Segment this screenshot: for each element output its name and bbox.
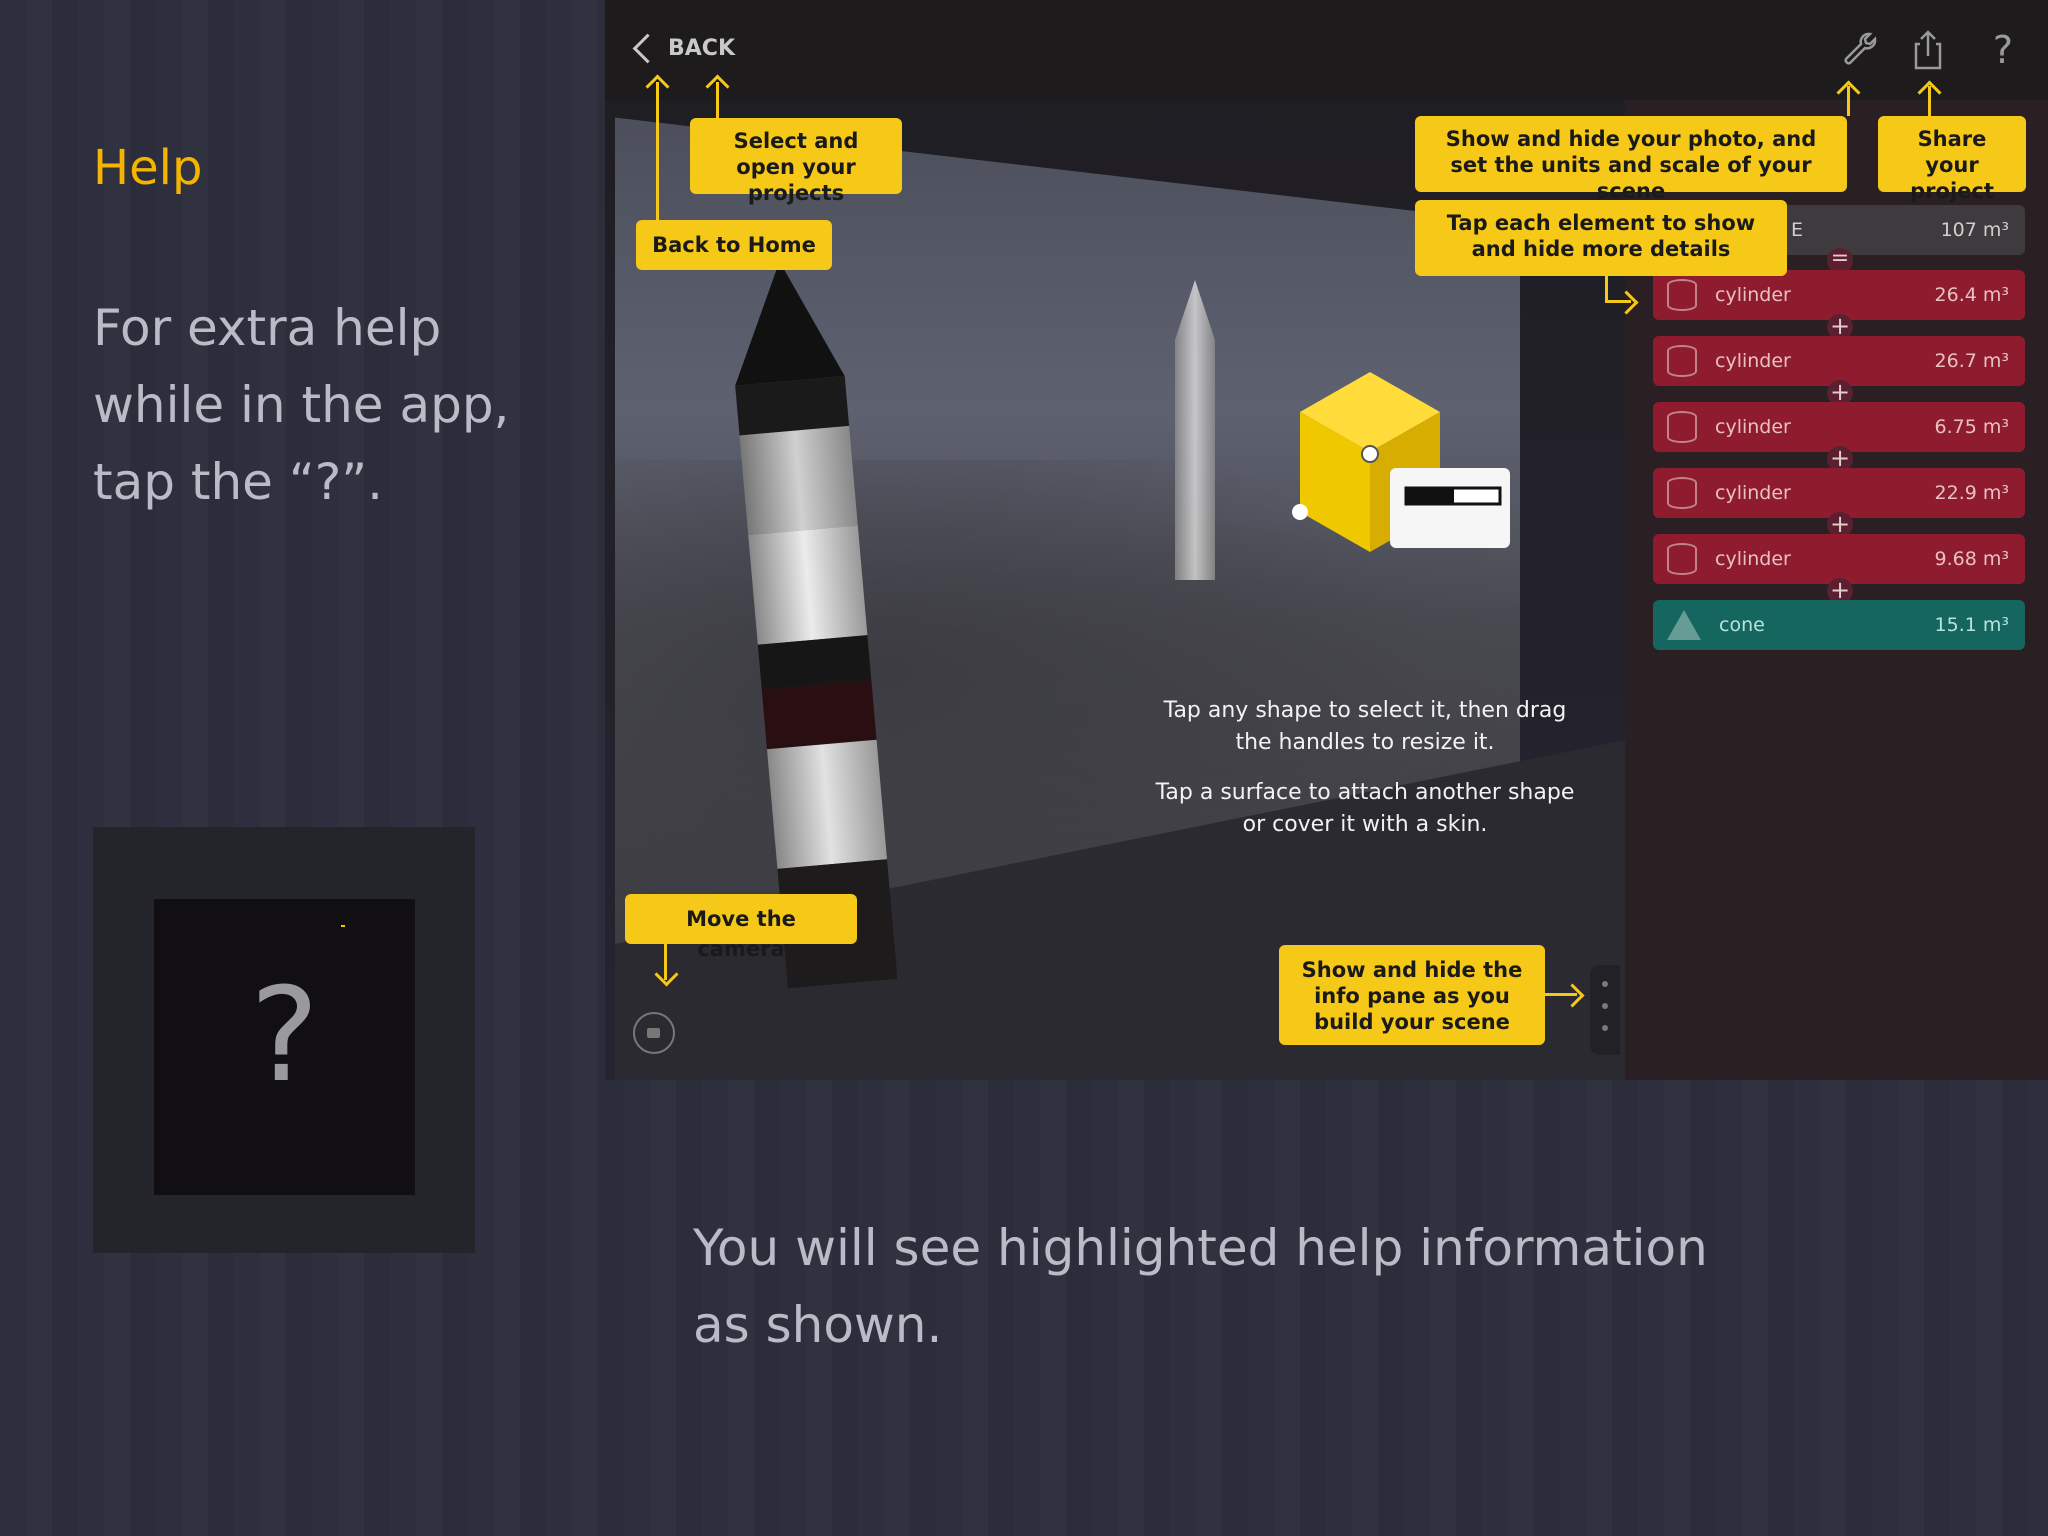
element-volume: 6.75 m³ (1934, 416, 2009, 438)
app-toolbar: BACK ? (605, 0, 2048, 100)
summary-value: 107 m³ (1940, 219, 2009, 241)
list-item[interactable]: cone 15.1 m³ (1653, 600, 2025, 650)
element-label: cylinder (1715, 548, 1791, 570)
cylinder-icon (1667, 411, 1697, 443)
cylinder-icon (1667, 279, 1697, 311)
element-volume: 15.1 m³ (1934, 614, 2009, 636)
help-resize-text: Tap any shape to select it, then drag th… (1163, 698, 1567, 755)
element-label: cone (1719, 614, 1765, 636)
element-volume: 22.9 m³ (1934, 482, 2009, 504)
callout-back-home: Back to Home (636, 220, 832, 270)
app-screenshot: BACK ? Tap any shape to select it, then … (605, 0, 2048, 1080)
callout-share: Share your project (1878, 116, 2026, 203)
question-mark-icon: ? (250, 959, 319, 1111)
back-label: BACK (668, 36, 735, 61)
element-label: cylinder (1715, 284, 1791, 306)
cylinder-icon (1667, 477, 1697, 509)
camera-lock-icon[interactable] (633, 1012, 675, 1054)
callout-select-projects: Select and open your projects (690, 118, 902, 205)
shape-cube-icon (1292, 372, 1510, 552)
element-volume: 9.68 m³ (1934, 548, 2009, 570)
slide-body-text: For extra help while in the app, tap the… (93, 299, 510, 511)
help-attach-text: Tap a surface to attach another shape or… (1155, 780, 1575, 837)
center-help-text: Tap any shape to select it, then drag th… (1145, 695, 1585, 859)
callout-tap-element: Tap each element to show and hide more d… (1415, 200, 1787, 276)
element-label: cylinder (1715, 350, 1791, 372)
callout-info-pane: Show and hide the info pane as you build… (1279, 945, 1545, 1045)
back-button[interactable]: BACK (632, 33, 735, 64)
help-button-tile[interactable]: ? (154, 899, 415, 1195)
callout-show-photo: Show and hide your photo, and set the un… (1415, 116, 1847, 203)
element-label: cylinder (1715, 416, 1791, 438)
arrow-back-home (656, 82, 659, 222)
help-button-preview: ? (93, 827, 475, 1253)
chevron-left-icon (632, 33, 663, 64)
element-volume: 26.7 m³ (1934, 350, 2009, 372)
element-label: cylinder (1715, 482, 1791, 504)
cylinder-icon (1667, 543, 1697, 575)
wrench-icon[interactable] (1840, 28, 1880, 72)
callout-move-camera: Move the camera (625, 894, 857, 961)
slide-title: Help (93, 140, 203, 196)
info-pane-handle[interactable] (1590, 965, 1620, 1055)
rocket-photo (1175, 280, 1215, 580)
cylinder-icon (1667, 345, 1697, 377)
indicator-dot (341, 925, 345, 927)
help-icon[interactable]: ? (1983, 28, 2023, 72)
slide-caption: You will see highlighted help informatio… (693, 1219, 1708, 1354)
arrow-tap-element-v (1605, 276, 1608, 302)
share-icon[interactable] (1908, 28, 1948, 72)
element-volume: 26.4 m³ (1934, 284, 2009, 306)
cone-icon (1667, 610, 1701, 640)
